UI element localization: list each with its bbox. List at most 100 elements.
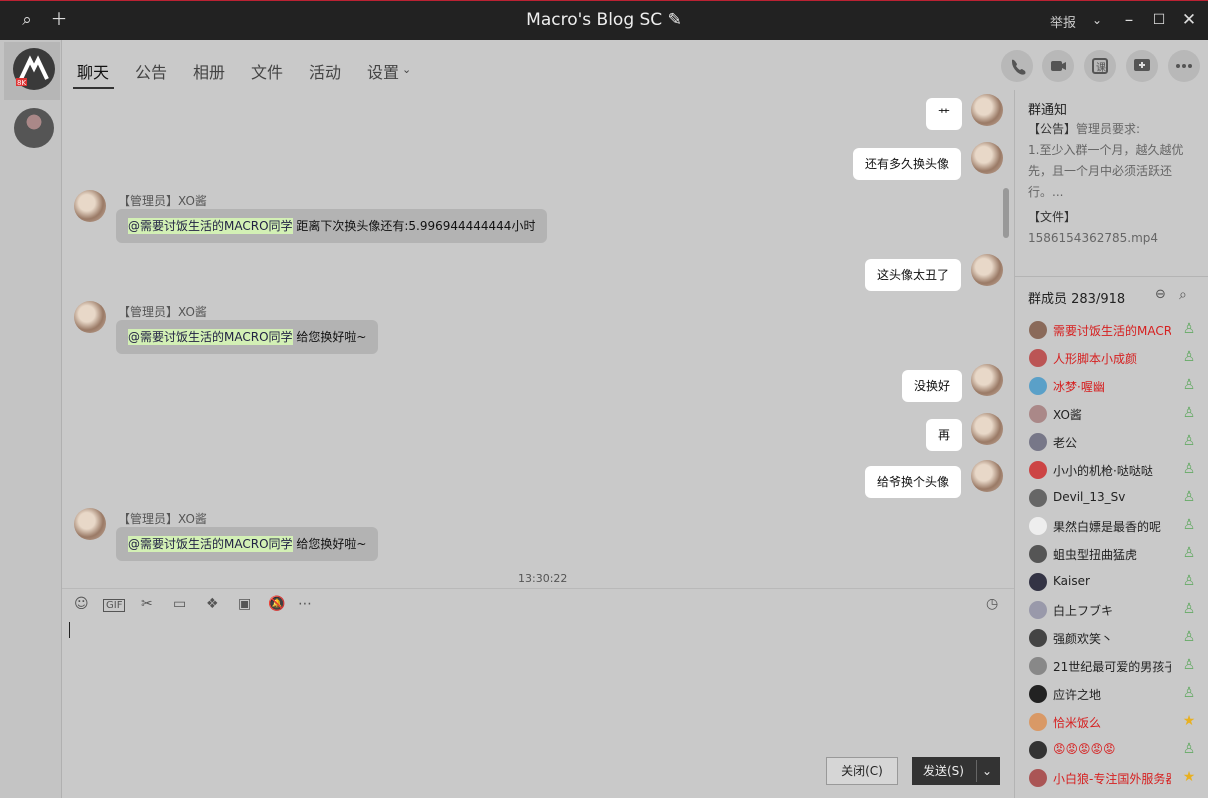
member-item[interactable]: 蛆虫型扭曲猛虎 ♙ [1015,540,1208,568]
self-avatar[interactable] [971,142,1003,174]
add-icon[interactable]: ＋ [48,9,70,31]
sticker-icon[interactable]: ❖ [206,596,219,612]
member-item[interactable]: 老公 ♙ [1015,428,1208,456]
self-avatar[interactable] [971,254,1003,286]
voice-call-button[interactable] [1001,50,1033,82]
member-role-icon: ♙ [1182,489,1196,505]
chevron-down-icon[interactable]: ⌄ [402,63,411,76]
member-name: 人形脚本小成颜 [1053,352,1138,366]
self-avatar[interactable] [971,460,1003,492]
member-role-icon: ♙ [1182,545,1196,561]
member-avatar [1029,461,1047,479]
sender-avatar[interactable] [74,301,106,333]
tab-album[interactable]: 相册 [193,59,225,83]
more-tools-icon[interactable]: ⋯ [298,596,312,612]
self-avatar[interactable] [971,364,1003,396]
member-name: 强颜欢笑丶 [1053,632,1114,646]
text-cursor[interactable] [69,622,70,638]
member-item[interactable]: 应许之地 ♙ [1015,680,1208,708]
message-bubble-self: 这头像太丑了 [865,259,962,291]
member-name: 蛆虫型扭曲猛虎 [1053,548,1138,562]
member-name: 白上フブキ [1053,604,1114,618]
member-item[interactable]: 21世纪最可爱的男孩子 ♙ [1015,652,1208,680]
mention[interactable]: @需要讨饭生活的MACRO同学 [128,329,293,345]
tab-settings[interactable]: 设置 [367,59,399,83]
member-avatar [1029,629,1047,647]
history-icon[interactable]: ◷ [986,596,998,612]
sender-name: 【管理员】XO酱 [118,305,207,319]
self-avatar[interactable] [971,413,1003,445]
send-button[interactable]: 发送(S) ⌄ [912,757,1000,785]
group-avatar-2[interactable] [14,108,54,148]
new-chat-button[interactable] [1126,50,1158,82]
member-avatar [1029,321,1047,339]
video-call-button[interactable] [1042,50,1074,82]
chevron-down-icon[interactable]: ⌄ [1086,9,1108,31]
tab-announcement[interactable]: 公告 [135,59,167,83]
more-button[interactable] [1168,50,1200,82]
close-chat-button[interactable]: 关闭(C) [826,757,898,785]
search-icon[interactable]: ⌕ [16,9,38,31]
report-button[interactable]: 举报 [1050,12,1076,31]
member-role-icon: ★ [1182,713,1196,729]
file-notice[interactable]: 【文件】1586154362785.mp4 [1028,207,1198,249]
member-role-icon: ♙ [1182,377,1196,393]
group-sidebar: 群通知 【公告】管理员要求: 1.至少入群一个月，越久越优先，且一个月中必须活跃… [1014,90,1208,798]
folder-icon[interactable]: ▭ [173,596,186,612]
member-avatar [1029,489,1047,507]
group-avatar-macro[interactable]: 8K [13,48,55,90]
image-icon[interactable]: ▣ [238,596,251,612]
member-item[interactable]: 果然白嫖是最香的呢 ♙ [1015,512,1208,540]
message-text: 距离下次换头像还有:5.996944444444小时 [292,219,536,233]
tab-chat[interactable]: 聊天 [77,59,109,83]
member-item[interactable]: 人形脚本小成颜 ♙ [1015,344,1208,372]
member-name: 恰米饭么 [1053,716,1102,730]
notice-summary[interactable]: 【公告】管理员要求: [1028,119,1198,140]
gif-icon[interactable]: GIF [103,599,126,612]
member-item[interactable]: 😡😡😡😡😡 ♙ [1015,736,1208,764]
member-item[interactable]: XO酱 ♙ [1015,400,1208,428]
member-item[interactable]: 小白狼-专注国外服务器 ★ [1015,764,1208,792]
member-item[interactable]: 恰米饭么 ★ [1015,708,1208,736]
member-role-icon: ♙ [1182,433,1196,449]
message-bubble-other: @需要讨饭生活的MACRO同学 给您换好啦~ [116,527,379,561]
member-avatar [1029,685,1047,703]
mention[interactable]: @需要讨饭生活的MACRO同学 [128,536,293,552]
member-item[interactable]: Devil_13_Sv ♙ [1015,484,1208,512]
close-icon[interactable]: ✕ [1178,9,1200,31]
edit-title-icon[interactable]: ✎ [668,10,682,30]
message-text: 给您换好啦~ [292,537,367,551]
member-item[interactable]: 小小的机枪·哒哒哒 ♙ [1015,456,1208,484]
self-avatar[interactable] [971,94,1003,126]
message-bubble-self: 再 [926,419,963,451]
notice-body[interactable]: 1.至少入群一个月，越久越优先，且一个月中必须活跃还行。... [1028,140,1198,203]
emoji-icon[interactable]: ☺ [74,596,89,612]
chat-mode-icon[interactable]: ⊖ [1155,287,1166,302]
tab-activities[interactable]: 活动 [309,59,341,83]
minimize-icon[interactable]: – [1118,9,1140,31]
search-icon[interactable]: ⌕ [1179,287,1187,303]
message-bubble-self: 还有多久换头像 [853,148,962,180]
chat-scrollbar[interactable] [1003,188,1009,238]
title-bar: ⌕ ＋ Macro's Blog SC ✎ 举报 ⌄ – ☐ ✕ [0,0,1208,40]
sender-avatar[interactable] [74,190,106,222]
class-button[interactable]: 课 [1084,50,1116,82]
member-item[interactable]: 需要讨饭生活的MACRO同学 ♙ [1015,316,1208,344]
message-bubble-other: @需要讨饭生活的MACRO同学 给您换好啦~ [116,320,379,354]
notification-off-icon[interactable]: 🔕 [268,596,285,612]
member-item[interactable]: 白上フブキ ♙ [1015,596,1208,624]
member-item[interactable]: 强颜欢笑丶 ♙ [1015,624,1208,652]
more-icon [1176,64,1192,68]
sender-avatar[interactable] [74,508,106,540]
member-item[interactable]: Kaiser ♙ [1015,568,1208,596]
member-avatar [1029,405,1047,423]
member-name: 需要讨饭生活的MACRO同学 [1053,324,1171,338]
sender-name: 【管理员】XO酱 [118,194,207,208]
scissors-icon[interactable]: ✂ [141,596,153,612]
chevron-down-icon[interactable]: ⌄ [982,757,992,785]
member-item[interactable]: 冰梦·喔幽 ♙ [1015,372,1208,400]
input-divider [62,588,1014,589]
maximize-icon[interactable]: ☐ [1148,9,1170,31]
tab-files[interactable]: 文件 [251,59,283,83]
mention[interactable]: @需要讨饭生活的MACRO同学 [128,218,293,234]
